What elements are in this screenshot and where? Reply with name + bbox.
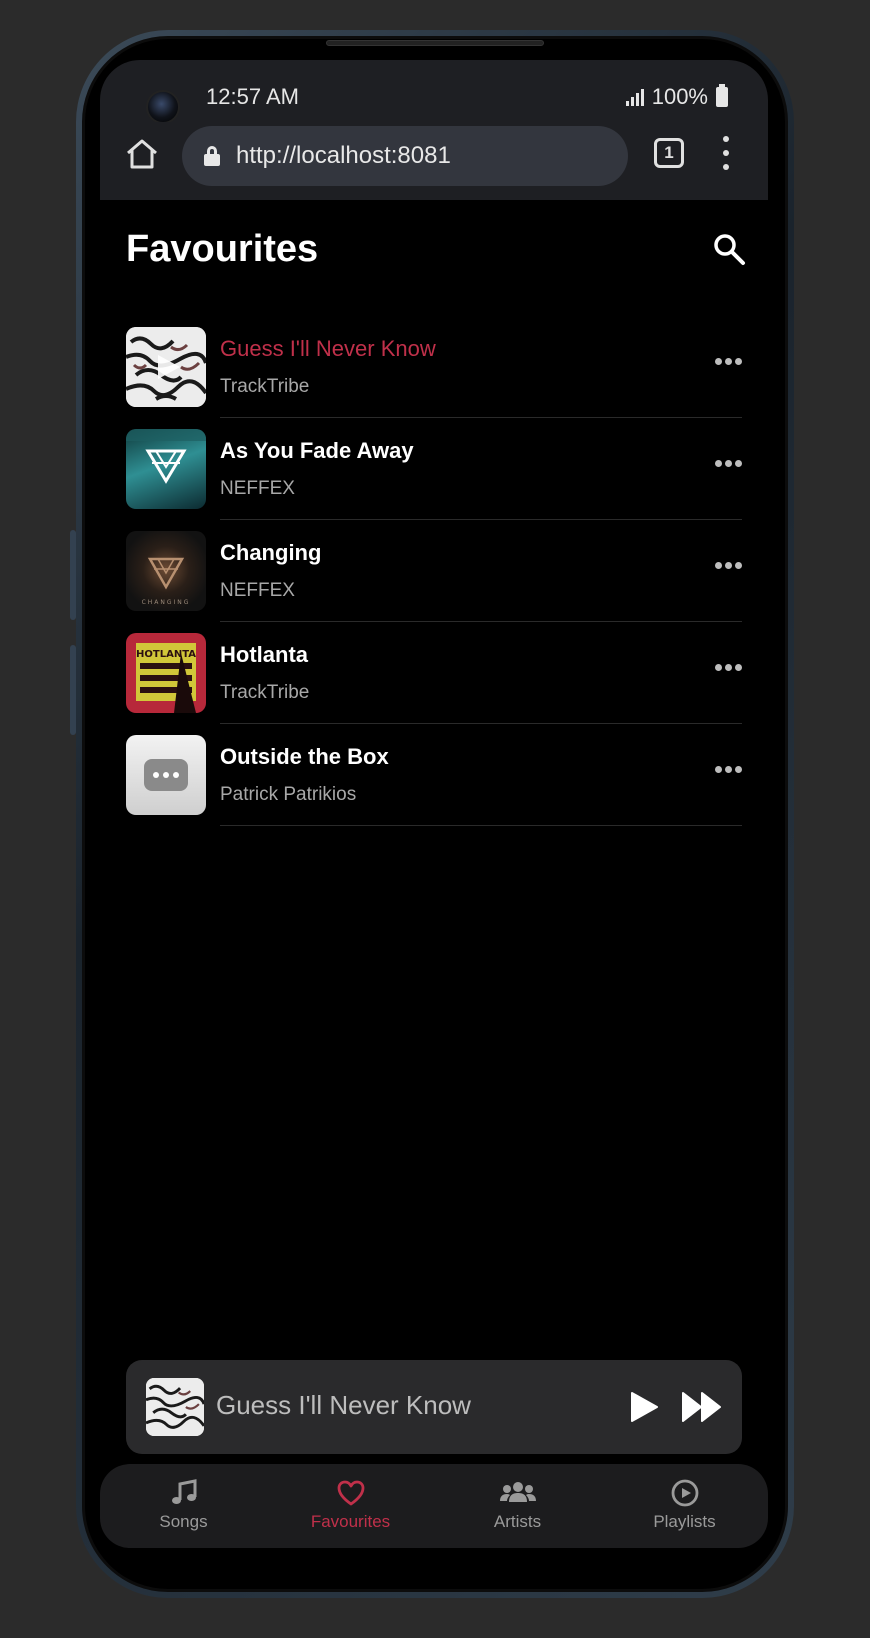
song-artist: TrackTribe: [220, 682, 310, 703]
song-title: Outside the Box: [220, 744, 389, 769]
browser-toolbar: http://localhost:8081 1: [100, 122, 768, 200]
nav-label: Songs: [159, 1512, 208, 1531]
song-list: Guess I'll Never Know TrackTribe As You …: [126, 316, 742, 826]
nav-item-favourites[interactable]: Favourites: [267, 1464, 434, 1548]
url-text: http://localhost:8081: [236, 142, 451, 169]
art-caption: HOTLANTA: [136, 649, 196, 660]
signal-icon: [625, 88, 644, 106]
search-icon[interactable]: [712, 232, 746, 266]
front-camera: [146, 90, 180, 124]
bottom-nav: Songs Favourites Artists Playlists: [100, 1464, 768, 1548]
volume-up-button: [70, 530, 76, 620]
song-info: Hotlanta TrackTribe: [220, 622, 742, 724]
song-artist: Patrick Patrikios: [220, 784, 357, 805]
music-note-icon: [171, 1479, 196, 1504]
song-title: As You Fade Away: [220, 438, 414, 463]
mini-player-title: Guess I'll Never Know: [216, 1390, 471, 1420]
song-row[interactable]: CHANGING Changing NEFFEX: [126, 520, 742, 622]
url-bar[interactable]: http://localhost:8081: [182, 126, 628, 186]
battery-percent: 100%: [651, 84, 708, 109]
more-options-icon[interactable]: [715, 358, 742, 365]
mini-player-art: [146, 1378, 204, 1436]
volume-down-button: [70, 645, 76, 735]
song-title: Hotlanta: [220, 642, 308, 667]
play-circle-icon: [671, 1479, 698, 1507]
more-options-icon[interactable]: [715, 664, 742, 671]
more-options-icon[interactable]: [715, 460, 742, 467]
song-row[interactable]: HOTLANTA Hotlanta TrackTribe: [126, 622, 742, 724]
phone-screen: 12:57 AM 100% http://localhost:8081 1 Fa…: [100, 60, 768, 1548]
nav-label: Playlists: [653, 1512, 716, 1531]
page-title: Favourites: [126, 228, 319, 270]
dark-neffex-art: CHANGING: [126, 531, 206, 611]
heart-icon: [337, 1480, 364, 1506]
nav-label: Artists: [493, 1512, 542, 1531]
browser-menu-icon[interactable]: [720, 136, 732, 170]
song-artist: NEFFEX: [220, 580, 295, 601]
play-icon[interactable]: [626, 1390, 660, 1429]
phone-speaker: [326, 40, 544, 46]
home-icon[interactable]: [124, 136, 160, 172]
white-abstract-art: [126, 327, 206, 407]
song-title: Guess I'll Never Know: [220, 336, 436, 361]
art-caption: CHANGING: [142, 599, 191, 606]
mini-player[interactable]: Guess I'll Never Know: [126, 1360, 742, 1454]
song-title: Changing: [220, 540, 322, 565]
song-row[interactable]: Guess I'll Never Know TrackTribe: [126, 316, 742, 418]
song-info: As You Fade Away NEFFEX: [220, 418, 742, 520]
tab-switcher-button[interactable]: 1: [654, 138, 684, 168]
song-info: Guess I'll Never Know TrackTribe: [220, 316, 742, 418]
fast-forward-icon[interactable]: [680, 1390, 724, 1429]
lock-icon: [204, 146, 220, 166]
battery-icon: [716, 84, 728, 107]
nav-label: Favourites: [310, 1512, 391, 1531]
song-row[interactable]: As You Fade Away NEFFEX: [126, 418, 742, 520]
song-info: Outside the Box Patrick Patrikios: [220, 724, 742, 826]
status-bar: 12:57 AM 100%: [100, 60, 768, 124]
song-artist: NEFFEX: [220, 478, 295, 499]
people-icon: [499, 1482, 536, 1502]
song-artist: TrackTribe: [220, 376, 310, 397]
more-options-icon[interactable]: [715, 766, 742, 773]
status-time: 12:57 AM: [206, 84, 299, 109]
song-info: Changing NEFFEX: [220, 520, 742, 622]
status-indicators: 100%: [625, 84, 728, 110]
nav-item-playlists[interactable]: Playlists: [601, 1464, 768, 1548]
tab-count: 1: [664, 143, 674, 162]
song-row[interactable]: Outside the Box Patrick Patrikios: [126, 724, 742, 826]
nav-item-artists[interactable]: Artists: [434, 1464, 601, 1548]
teal-neffex-art: [126, 429, 206, 509]
placeholder-art: [126, 735, 206, 815]
nav-item-songs[interactable]: Songs: [100, 1464, 267, 1548]
red-hotlanta-art: HOTLANTA: [126, 633, 206, 713]
more-options-icon[interactable]: [715, 562, 742, 569]
